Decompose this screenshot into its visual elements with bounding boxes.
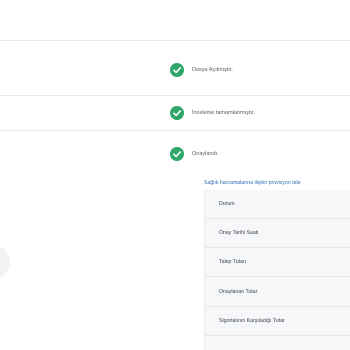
section-divider	[0, 130, 350, 131]
status-review-completed: İnceleme tamamlanmıştır.	[170, 104, 255, 122]
status-label: İnceleme tamamlanmıştır.	[192, 110, 255, 116]
section-divider	[0, 95, 350, 96]
detail-label: Sigortalının Karşıladığı Tutar	[219, 318, 285, 324]
side-panel-toggle[interactable]	[0, 245, 10, 279]
detail-row-insured-amount: Sigortalının Karşıladığı Tutar	[205, 307, 350, 336]
status-approved: Onaylandı.	[170, 145, 219, 163]
status-file-opened: Dosya Açılmıştır.	[170, 61, 233, 79]
detail-label: Talep Tutarı	[219, 259, 247, 265]
detail-label: Durum	[219, 201, 235, 207]
detail-label: Onay Tarihi Saati	[219, 230, 259, 236]
detail-row-approval-date: Onay Tarihi Saati	[205, 219, 350, 248]
status-label: Dosya Açılmıştır.	[192, 67, 233, 73]
check-circle-icon	[170, 106, 184, 120]
claim-details-panel: Durum Onay Tarihi Saati Talep Tutarı Ona…	[204, 190, 350, 350]
status-label: Onaylandı.	[192, 151, 219, 157]
section-divider	[0, 40, 350, 41]
check-circle-icon	[170, 63, 184, 77]
claim-status-page: Dosya Açılmıştır. İnceleme tamamlanmıştı…	[0, 0, 350, 350]
check-circle-icon	[170, 147, 184, 161]
provision-request-link[interactable]: Sağlık harcamalarına ilişkin provizyon t…	[204, 180, 301, 186]
detail-row-status: Durum	[205, 190, 350, 219]
detail-label: Onaylanan Tutar	[219, 289, 258, 295]
detail-row-request-amount: Talep Tutarı	[205, 248, 350, 277]
detail-row-approved-amount: Onaylanan Tutar	[205, 278, 350, 307]
